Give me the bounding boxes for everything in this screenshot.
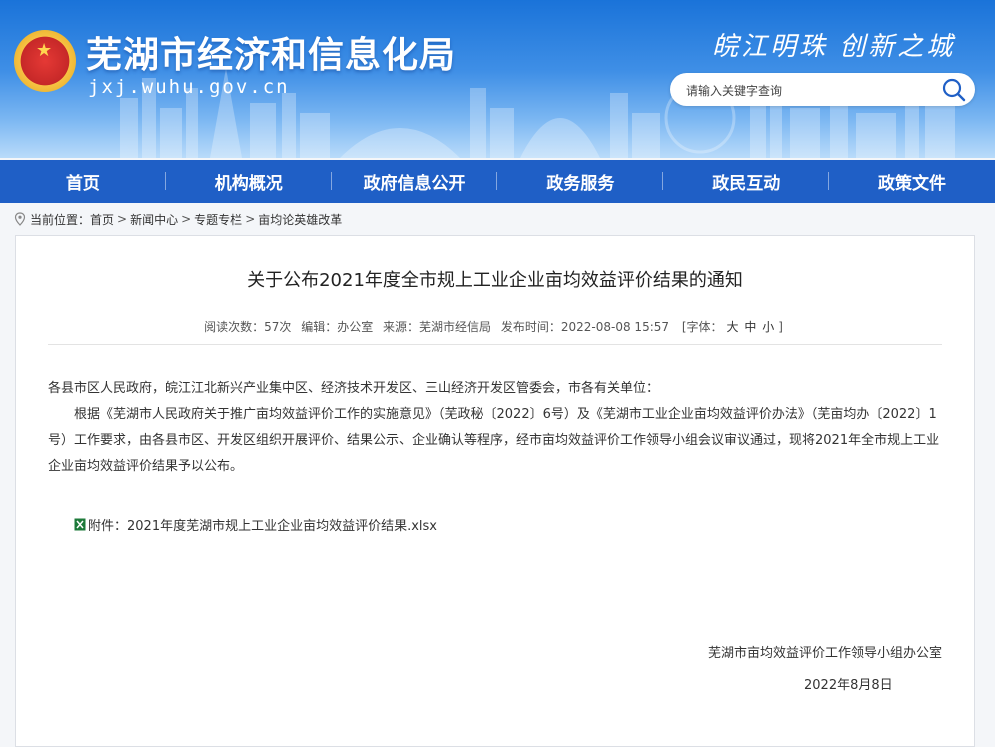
main-nav: 首页 机构概况 政府信息公开 政务服务 政民互动 政策文件 [0, 160, 995, 203]
font-small-button[interactable]: 小 [762, 320, 774, 334]
divider [48, 344, 942, 345]
font-large-button[interactable]: 大 [727, 320, 739, 334]
search-icon[interactable] [941, 77, 967, 103]
excel-file-icon [74, 518, 86, 531]
signature-date: 2022年8月8日 [804, 678, 893, 693]
source: 来源：芜湖市经信局 [383, 320, 492, 334]
nav-item-policy[interactable]: 政策文件 [829, 160, 995, 203]
site-url: jxj.wuhu.gov.cn [88, 76, 290, 98]
breadcrumb-prefix: 当前位置： [30, 212, 91, 227]
body-paragraph: 根据《芜湖市人民政府关于推广亩均效益评价工作的实施意见》（芜政秘〔2022〕6号… [48, 407, 940, 474]
breadcrumb-separator: > [117, 212, 128, 226]
article-title: 关于公布2021年度全市规上工业企业亩均效益评价结果的通知 [247, 270, 743, 291]
search-box [670, 73, 975, 106]
breadcrumb-current[interactable]: 亩均论英雄改革 [258, 211, 342, 228]
nav-item-services[interactable]: 政务服务 [497, 160, 664, 203]
breadcrumb-home[interactable]: 首页 [90, 211, 114, 228]
font-medium-button[interactable]: 中 [744, 320, 756, 334]
attachment-link[interactable]: 附件：2021年度芜湖市规上工业企业亩均效益评价结果.xlsx [74, 515, 437, 534]
nav-item-interaction[interactable]: 政民互动 [663, 160, 829, 203]
view-count: 阅读次数：57次 [204, 320, 292, 334]
signature-office: 芜湖市亩均效益评价工作领导小组办公室 [707, 646, 942, 661]
location-pin-icon [14, 212, 26, 226]
search-input[interactable] [684, 80, 928, 102]
site-title[interactable]: 芜湖市经济和信息化局 [86, 26, 456, 78]
breadcrumb: 当前位置： 首页 > 新闻中心 > 专题专栏 > 亩均论英雄改革 [14, 210, 342, 228]
city-slogan: 皖江明珠 创新之城 [712, 32, 956, 62]
breadcrumb-separator: > [181, 212, 192, 226]
site-header: ★ 芜湖市经济和信息化局 jxj.wuhu.gov.cn 皖江明珠 创新之城 [0, 0, 995, 158]
breadcrumb-separator: > [245, 212, 256, 226]
nav-item-home[interactable]: 首页 [0, 160, 166, 203]
font-size-label: [字体： [681, 320, 723, 334]
salutation: 各县市区人民政府，皖江江北新兴产业集中区、经济技术开发区、三山经济开发区管委会，… [48, 381, 660, 396]
publish-time: 发布时间：2022-08-08 15:57 [500, 320, 670, 334]
breadcrumb-news-center[interactable]: 新闻中心 [130, 211, 178, 228]
font-size-control: [字体： 大 中 小] [679, 320, 786, 334]
article-body: 各县市区人民政府，皖江江北新兴产业集中区、经济技术开发区、三山经济开发区管委会，… [48, 376, 942, 480]
nav-item-gov-info[interactable]: 政府信息公开 [332, 160, 498, 203]
article-container: 关于公布2021年度全市规上工业企业亩均效益评价结果的通知 阅读次数：57次 编… [15, 235, 975, 747]
star-icon: ★ [36, 40, 53, 61]
breadcrumb-special-topics[interactable]: 专题专栏 [194, 211, 242, 228]
nav-item-organization[interactable]: 机构概况 [166, 160, 332, 203]
attachment-label: 附件：2021年度芜湖市规上工业企业亩均效益评价结果.xlsx [88, 519, 437, 534]
editor: 编辑：办公室 [301, 320, 374, 334]
article-meta: 阅读次数：57次 编辑：办公室 来源：芜湖市经信局 发布时间：2022-08-0… [16, 318, 974, 335]
font-size-close: ] [778, 320, 783, 334]
national-emblem-logo: ★ [14, 30, 76, 92]
